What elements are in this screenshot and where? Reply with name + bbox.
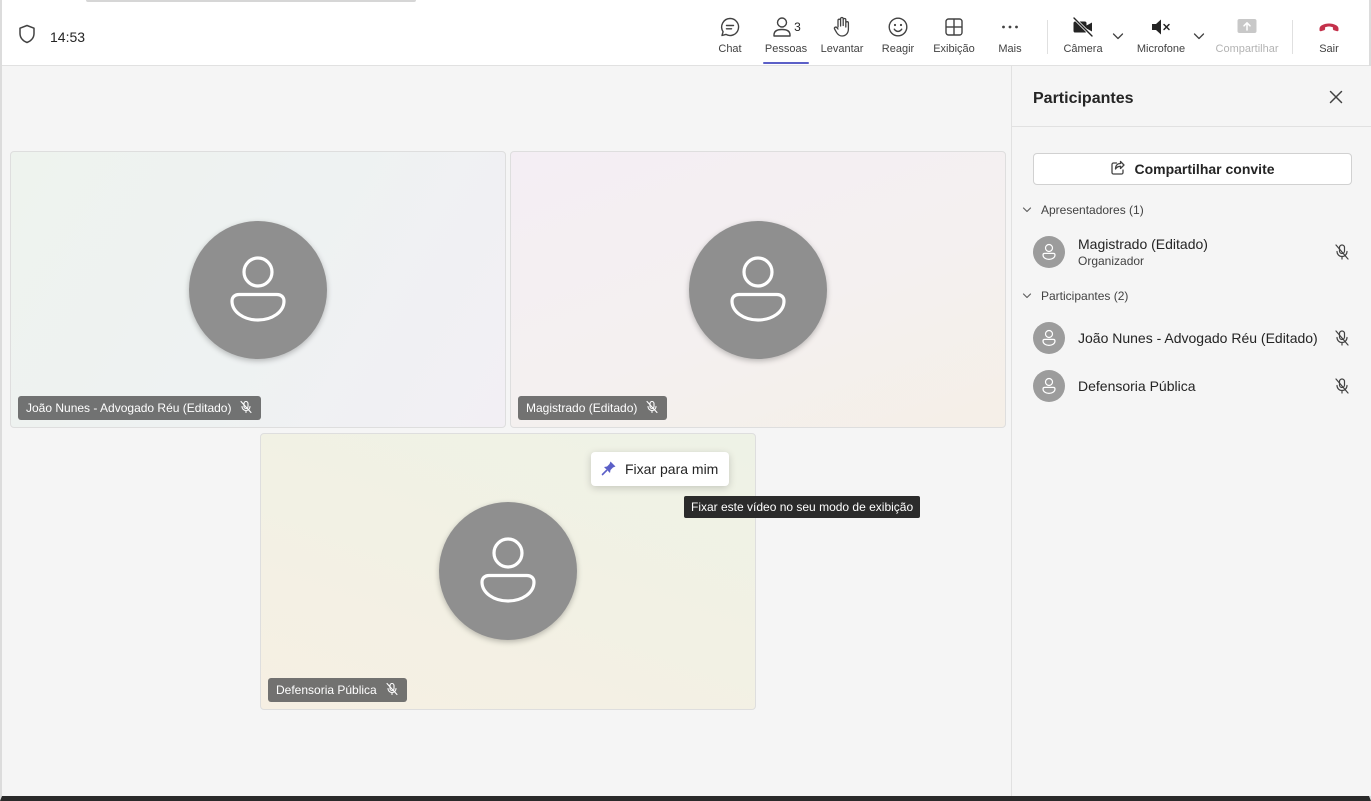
people-button[interactable]: 3 Pessoas — [763, 14, 809, 64]
presenters-section-toggle[interactable]: Apresentadores (1) — [1022, 203, 1144, 217]
hang-up-icon — [1317, 14, 1341, 40]
participant-name-tag: Defensoria Pública — [268, 678, 407, 702]
participant-avatar — [1033, 370, 1065, 402]
person-icon — [480, 537, 536, 603]
people-icon-wrap: 3 — [771, 14, 801, 40]
camera-button[interactable]: Câmera — [1062, 14, 1104, 64]
mic-off-icon — [239, 400, 253, 417]
participant-role: Organizador — [1078, 254, 1145, 268]
mic-off-icon — [645, 400, 659, 417]
pin-for-me-label: Fixar para mim — [625, 461, 719, 477]
leave-button[interactable]: Sair — [1310, 14, 1348, 64]
camera-options-chevron-icon[interactable] — [1112, 28, 1124, 46]
participant-name: Defensoria Pública — [1078, 378, 1196, 394]
meeting-info[interactable]: 14:53 — [18, 24, 85, 49]
meeting-toolbar: 14:53 Chat 3 Pessoas Levantar Reagir Exi… — [2, 0, 1369, 66]
close-icon[interactable] — [1329, 90, 1343, 109]
share-invite-label: Compartilhar convite — [1134, 161, 1275, 177]
participant-text: Magistrado (Editado) Organizador — [1065, 236, 1208, 268]
mic-off-icon — [1333, 329, 1351, 352]
share-icon — [1110, 160, 1126, 179]
people-count: 3 — [794, 20, 801, 34]
panel-header: Participantes — [1012, 66, 1371, 127]
chat-button[interactable]: Chat — [712, 14, 748, 64]
grid-view-icon — [943, 14, 965, 40]
hand-icon — [831, 14, 853, 40]
person-icon — [1042, 243, 1056, 261]
avatar — [439, 502, 577, 640]
meeting-timer: 14:53 — [50, 28, 86, 45]
attendees-section-toggle[interactable]: Participantes (2) — [1022, 289, 1128, 303]
participant-name: Defensoria Pública — [276, 683, 377, 697]
emoji-icon — [886, 14, 910, 40]
more-label: Mais — [998, 43, 1022, 55]
microphone-button[interactable]: Microfone — [1135, 14, 1187, 64]
person-icon — [1042, 329, 1056, 347]
participant-avatar — [1033, 322, 1065, 354]
avatar — [189, 221, 327, 359]
share-screen-label: Compartilhar — [1215, 43, 1279, 55]
participant-name: Magistrado (Editado) — [1078, 236, 1208, 252]
people-icon — [773, 17, 791, 37]
view-button[interactable]: Exibição — [932, 14, 976, 64]
toolbar-divider-2 — [1292, 20, 1293, 54]
avatar — [689, 221, 827, 359]
view-label: Exibição — [933, 43, 975, 55]
toolbar-divider — [1047, 20, 1048, 54]
camera-off-icon — [1071, 14, 1095, 40]
video-tile-magistrado[interactable]: Magistrado (Editado) — [510, 151, 1006, 428]
microphone-label: Microfone — [1136, 43, 1186, 55]
person-icon — [730, 256, 786, 322]
chevron-down-icon — [1022, 203, 1032, 217]
shield-icon — [18, 24, 36, 49]
video-tile-joao-nunes[interactable]: João Nunes - Advogado Réu (Editado) — [10, 151, 506, 428]
participant-name: Magistrado (Editado) — [526, 401, 638, 415]
more-horizontal-icon — [999, 14, 1021, 40]
person-icon — [230, 256, 286, 322]
participants-panel: Participantes Compartilhar convite Apres… — [1011, 66, 1371, 796]
presenters-heading: Apresentadores (1) — [1041, 203, 1144, 217]
participant-name: João Nunes - Advogado Réu (Editado) — [26, 401, 232, 415]
share-invite-button[interactable]: Compartilhar convite — [1033, 153, 1352, 185]
active-tab-indicator — [763, 62, 809, 64]
panel-title: Participantes — [1033, 90, 1134, 107]
raise-hand-label: Levantar — [820, 43, 864, 55]
participant-item[interactable]: Defensoria Pública — [1033, 366, 1353, 406]
leave-label: Sair — [1319, 43, 1339, 55]
person-icon — [1042, 377, 1056, 395]
mic-off-icon — [1333, 243, 1351, 266]
react-button[interactable]: Reagir — [879, 14, 917, 64]
participant-item[interactable]: João Nunes - Advogado Réu (Editado) — [1033, 318, 1353, 358]
react-label: Reagir — [881, 43, 915, 55]
meeting-window: 14:53 Chat 3 Pessoas Levantar Reagir Exi… — [0, 0, 1371, 801]
attendees-heading: Participantes (2) — [1041, 289, 1129, 303]
chat-icon — [718, 14, 742, 40]
participant-item[interactable]: Magistrado (Editado) Organizador — [1033, 232, 1353, 272]
camera-label: Câmera — [1063, 43, 1103, 55]
share-screen-icon — [1235, 14, 1259, 40]
more-button[interactable]: Mais — [992, 14, 1028, 64]
chevron-down-icon — [1022, 289, 1032, 303]
share-screen-button[interactable]: Compartilhar — [1215, 14, 1279, 64]
window-drag-strip — [86, 0, 416, 2]
participant-avatar — [1033, 236, 1065, 268]
chat-label: Chat — [718, 43, 742, 55]
mic-off-icon — [385, 682, 399, 699]
pin-for-me-button[interactable]: Fixar para mim — [591, 452, 729, 486]
mic-off-icon — [1333, 377, 1351, 400]
participant-name-tag: João Nunes - Advogado Réu (Editado) — [18, 396, 262, 420]
pin-icon — [601, 460, 617, 479]
microphone-options-chevron-icon[interactable] — [1193, 28, 1205, 46]
speaker-muted-icon — [1149, 14, 1173, 40]
people-label: Pessoas — [764, 43, 808, 55]
participant-name: João Nunes - Advogado Réu (Editado) — [1078, 330, 1318, 346]
participant-name-tag: Magistrado (Editado) — [518, 396, 668, 420]
pin-tooltip: Fixar este vídeo no seu modo de exibição — [684, 496, 921, 518]
raise-hand-button[interactable]: Levantar — [820, 14, 864, 64]
